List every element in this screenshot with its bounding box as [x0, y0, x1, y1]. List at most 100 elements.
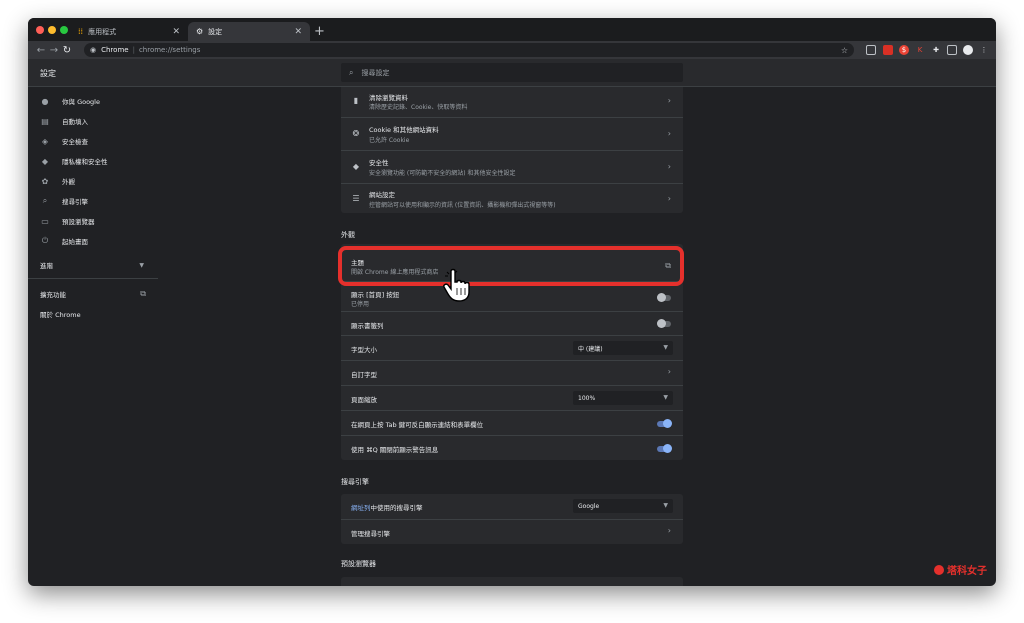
- sidebar-item-on-startup[interactable]: ⏻ 起始畫面: [28, 234, 88, 248]
- chevron-right-icon: ›: [667, 162, 671, 171]
- person-icon: ●: [41, 96, 49, 106]
- chevron-right-icon: ›: [667, 194, 671, 203]
- page-title: 設定: [40, 69, 56, 78]
- address-host: Chrome: [101, 46, 129, 54]
- tab-apps[interactable]: ⁞⁞ 應用程式 ✕: [70, 22, 188, 41]
- font-size-select[interactable]: 中 (建議) ▼: [573, 341, 673, 355]
- custom-fonts-row[interactable]: 自訂字型 ›: [341, 360, 683, 385]
- trash-icon: ▮: [353, 96, 359, 105]
- sidebar-item-privacy[interactable]: ◆ 隱私權和安全性: [28, 154, 108, 168]
- avatar[interactable]: [963, 45, 973, 55]
- tab-highlight-title: 在網頁上按 Tab 鍵可反白顯示連結和表單欄位: [351, 421, 484, 429]
- menu-dots-icon[interactable]: ⋮: [979, 45, 989, 55]
- security-row[interactable]: ◆ 安全性 安全瀏覽功能 (可防範不安全的網站) 和其他安全性設定 ›: [341, 150, 683, 183]
- manage-search-engines-row[interactable]: 管理搜尋引擎 ›: [341, 519, 683, 544]
- tab-settings[interactable]: ⚙ 設定 ✕: [188, 22, 310, 41]
- engine-row-text: 中使用的搜尋引擎: [370, 504, 423, 512]
- address-path: chrome://settings: [138, 46, 201, 54]
- font-size-title: 字型大小: [351, 346, 377, 354]
- apps-grid-icon: ⁞⁞: [78, 27, 84, 36]
- settings-header: 設定 ⌕ 搜尋設定: [28, 59, 996, 87]
- sidebar-item-about-chrome[interactable]: 關於 Chrome: [28, 307, 81, 321]
- watermark-avatar-icon: [934, 564, 944, 575]
- pointing-hand-icon: [443, 268, 470, 302]
- back-icon[interactable]: ←: [36, 45, 46, 56]
- bookmark-star-icon[interactable]: ☆: [841, 46, 848, 55]
- search-icon: ⌕: [349, 67, 354, 77]
- search-placeholder: 搜尋設定: [361, 68, 390, 77]
- bookmarks-bar-toggle[interactable]: [657, 319, 671, 328]
- appearance-heading: 外觀: [341, 231, 355, 239]
- quit-warning-title: 使用 ⌘Q 關閉前顯示警告訊息: [351, 446, 439, 454]
- privacy-card: ▮ 清除瀏覽資料 清除歷史記錄、Cookie、快取等資料 › ❂ Cookie …: [341, 87, 683, 213]
- sidebar-item-default-browser[interactable]: ▭ 預設瀏覽器: [28, 214, 94, 228]
- tab-strip: ⁞⁞ 應用程式 ✕ ⚙ 設定 ✕ +: [28, 18, 996, 41]
- clipboard-icon: ▤: [41, 116, 49, 126]
- sidebar-item-label: 自動填入: [62, 118, 88, 126]
- custom-fonts-title: 自訂字型: [351, 371, 377, 379]
- pocket-extension-icon[interactable]: [866, 45, 876, 55]
- site-settings-row[interactable]: ☰ 網站設定 控管網站可以使用和顯示的資訊 (位置資訊、攝影機和彈出式視窗等等)…: [341, 183, 683, 213]
- search-engine-card: 網址列中使用的搜尋引擎 Google ▼ 管理搜尋引擎 ›: [341, 494, 683, 544]
- zoom-window-button[interactable]: [60, 26, 68, 34]
- home-button-title: 顯示 [首頁] 按鈕: [351, 291, 400, 299]
- puzzle-icon[interactable]: ✚: [931, 45, 941, 55]
- cast-icon[interactable]: [947, 45, 957, 55]
- sidebar-item-label: 起始畫面: [62, 238, 88, 246]
- close-tab-icon[interactable]: ✕: [172, 27, 180, 37]
- forward-icon[interactable]: →: [49, 45, 59, 56]
- toggle-knob: [663, 444, 672, 453]
- search-input[interactable]: ⌕ 搜尋設定: [341, 63, 683, 82]
- home-button-toggle[interactable]: [657, 293, 671, 302]
- bookmarks-bar-row[interactable]: 顯示書籤列: [341, 311, 683, 335]
- new-tab-button[interactable]: +: [314, 22, 325, 41]
- chevron-right-icon: ›: [667, 129, 671, 138]
- watermark: 塔科女子: [934, 562, 987, 577]
- address-bar-link[interactable]: 網址列: [351, 504, 371, 512]
- theme-row-highlight: [338, 246, 684, 286]
- sidebar-item-safety-check[interactable]: ◈ 安全檢查: [28, 134, 88, 148]
- reload-icon[interactable]: ↻: [62, 45, 72, 56]
- k-extension-icon[interactable]: K: [915, 45, 925, 55]
- quit-warning-toggle[interactable]: [657, 444, 672, 453]
- sidebar-item-appearance[interactable]: ✿ 外觀: [28, 174, 75, 188]
- select-value: 100%: [578, 394, 596, 402]
- dollar-extension-icon[interactable]: $: [899, 45, 909, 55]
- row-subtitle: 控管網站可以使用和顯示的資訊 (位置資訊、攝影機和彈出式視窗等等): [369, 202, 556, 209]
- minimize-window-button[interactable]: [48, 26, 56, 34]
- chevron-right-icon: ›: [667, 96, 671, 105]
- tab-highlight-toggle[interactable]: [657, 419, 672, 428]
- tab-highlight-row[interactable]: 在網頁上按 Tab 鍵可反白顯示連結和表單欄位: [341, 410, 683, 435]
- manage-engines-title: 管理搜尋引擎: [351, 530, 390, 538]
- sidebar-item-advanced[interactable]: 進階 ▼: [28, 258, 148, 272]
- row-title: 清除瀏覽資料: [369, 94, 408, 102]
- gear-icon: ⚙: [196, 27, 204, 36]
- sidebar-item-search-engine[interactable]: ⌕ 搜尋引擎: [28, 194, 88, 208]
- search-engine-select[interactable]: Google ▼: [573, 499, 673, 513]
- chevron-down-icon: ▼: [663, 344, 668, 351]
- cookies-row[interactable]: ❂ Cookie 和其他網站資料 已允許 Cookie ›: [341, 117, 683, 150]
- clear-browsing-data-row[interactable]: ▮ 清除瀏覽資料 清除歷史記錄、Cookie、快取等資料 ›: [341, 87, 683, 117]
- select-value: 中 (建議): [578, 345, 603, 353]
- close-tab-icon[interactable]: ✕: [294, 27, 302, 37]
- search-icon: ⌕: [42, 196, 48, 205]
- red-extension-icon[interactable]: [883, 45, 893, 55]
- sidebar-item-label: 外觀: [62, 178, 75, 186]
- engine-row-title: 網址列中使用的搜尋引擎: [351, 502, 423, 512]
- browser-window: ⁞⁞ 應用程式 ✕ ⚙ 設定 ✕ + ← → ↻ ◉ Chrome | chro…: [28, 18, 996, 586]
- sidebar-item-label: 搜尋引擎: [62, 198, 88, 206]
- tab-label: 設定: [208, 27, 223, 36]
- sidebar-item-you-and-google[interactable]: ● 你與 Google: [28, 94, 101, 108]
- sidebar-item-label: 安全檢查: [62, 138, 88, 146]
- sidebar-item-autofill[interactable]: ▤ 自動填入: [28, 114, 88, 128]
- sidebar-item-label: 擴充功能: [40, 291, 66, 299]
- open-external-icon: ⧉: [140, 289, 146, 298]
- font-size-row: 字型大小 中 (建議) ▼: [341, 335, 683, 360]
- sidebar-item-extensions[interactable]: 擴充功能 ⧉: [28, 287, 148, 301]
- page-zoom-select[interactable]: 100% ▼: [573, 391, 673, 405]
- close-window-button[interactable]: [36, 26, 44, 34]
- page-zoom-row: 頁面縮放 100% ▼: [341, 385, 683, 410]
- address-bar[interactable]: ◉ Chrome | chrome://settings ☆: [84, 43, 854, 57]
- quit-warning-row[interactable]: 使用 ⌘Q 關閉前顯示警告訊息: [341, 435, 683, 460]
- default-browser-heading: 預設瀏覽器: [341, 560, 376, 568]
